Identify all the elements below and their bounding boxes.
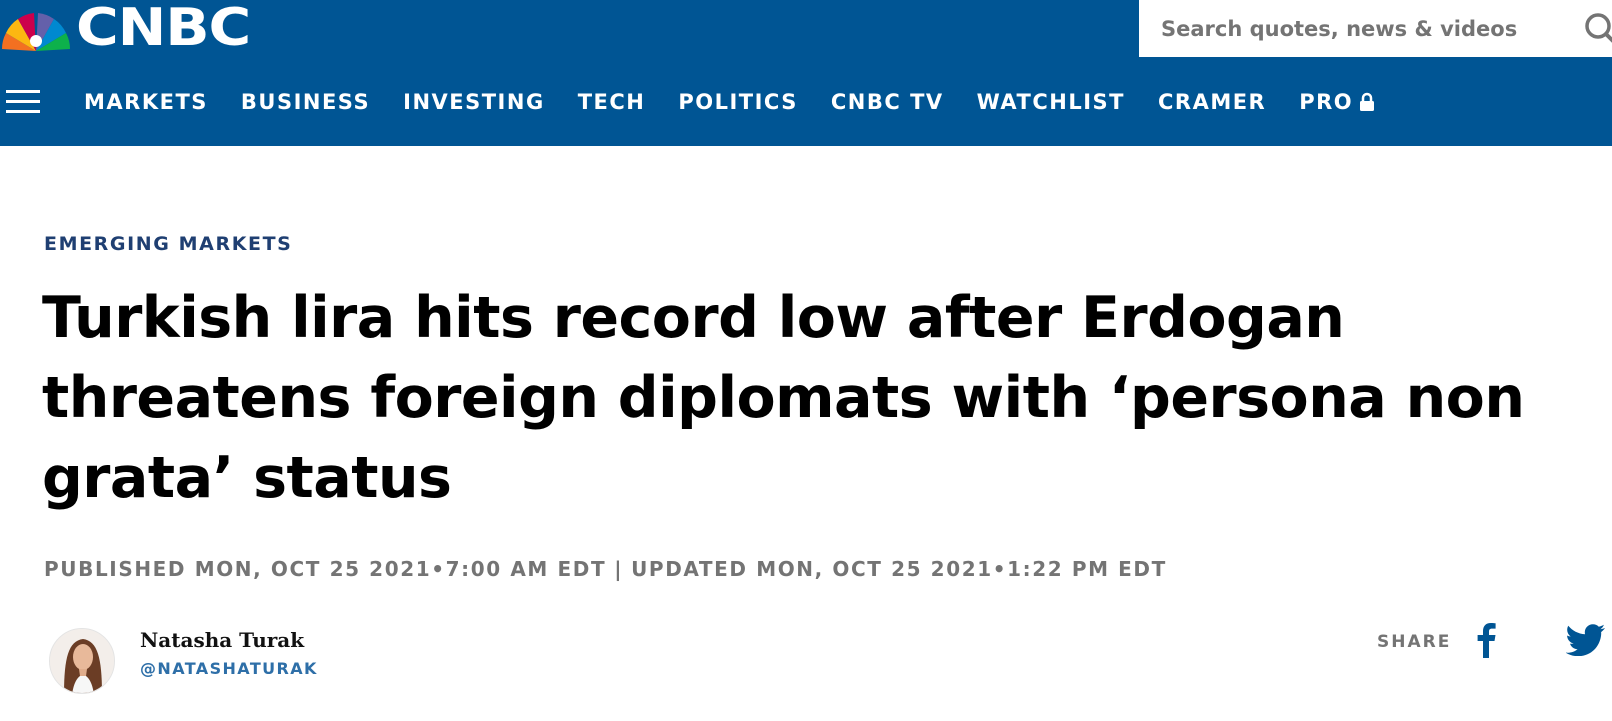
nav-item-watchlist[interactable]: WATCHLIST: [977, 90, 1125, 114]
peacock-icon: [2, 13, 70, 51]
search-input[interactable]: [1161, 16, 1561, 41]
article-headline: Turkish lira hits record low after Erdog…: [42, 285, 1525, 511]
nav-item-business[interactable]: BUSINESS: [241, 90, 370, 114]
site-header: CNBC MARKETS BUSINESS INVESTING TECH POL…: [0, 0, 1612, 146]
search-box: [1139, 0, 1612, 57]
cnbc-logo[interactable]: CNBC: [0, 2, 251, 54]
nav-item-cnbc-tv[interactable]: CNBC TV: [831, 90, 944, 114]
author-name[interactable]: Natasha Turak: [140, 628, 304, 652]
share-label: SHARE: [1377, 632, 1452, 652]
timestamp-separator: |: [614, 557, 624, 581]
lock-icon: [1360, 92, 1375, 111]
updated-time: UPDATED MON, OCT 25 2021•1:22 PM EDT: [631, 557, 1167, 581]
nav-item-politics[interactable]: POLITICS: [678, 90, 798, 114]
nav-item-cramer[interactable]: CRAMER: [1158, 90, 1266, 114]
author-avatar[interactable]: [49, 628, 115, 694]
author-photo: [50, 629, 114, 693]
nav-item-tech[interactable]: TECH: [578, 90, 646, 114]
author-handle[interactable]: @NATASHATURAK: [140, 659, 318, 678]
menu-icon[interactable]: [6, 89, 40, 114]
nav-item-pro-label: PRO: [1299, 89, 1354, 114]
search-icon[interactable]: [1582, 10, 1612, 50]
main-nav: MARKETS BUSINESS INVESTING TECH POLITICS…: [0, 57, 1612, 146]
nav-item-investing[interactable]: INVESTING: [403, 90, 545, 114]
nav-item-pro[interactable]: PRO: [1299, 90, 1375, 114]
nav-item-markets[interactable]: MARKETS: [84, 90, 208, 114]
twitter-icon[interactable]: [1566, 624, 1606, 656]
published-time: PUBLISHED MON, OCT 25 2021•7:00 AM EDT: [44, 557, 607, 581]
facebook-icon[interactable]: [1470, 620, 1500, 658]
article-timestamps: PUBLISHED MON, OCT 25 2021•7:00 AM EDT | U…: [44, 557, 1167, 581]
cnbc-wordmark: CNBC: [76, 0, 251, 58]
section-link[interactable]: EMERGING MARKETS: [44, 233, 292, 255]
